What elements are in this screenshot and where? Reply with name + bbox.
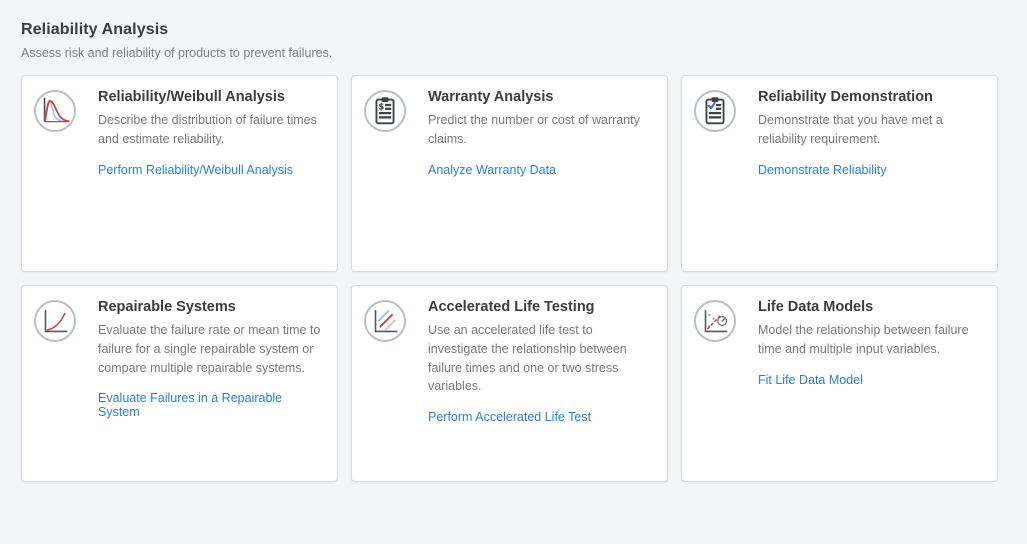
card-description: Demonstrate that you have met a reliabil… <box>758 111 983 149</box>
card-description: Model the relationship between failure t… <box>758 321 983 359</box>
rising-curve-chart-icon <box>34 300 76 342</box>
card-description: Predict the number or cost of warranty c… <box>428 111 653 149</box>
parallel-trend-lines-chart-icon <box>364 300 406 342</box>
dollar-glyph: $ <box>378 103 384 113</box>
card-warranty-analysis: $ Warranty Analysis Predict the number o… <box>351 75 668 272</box>
card-title: Repairable Systems <box>98 299 323 315</box>
link-perform-reliability-weibull-analysis[interactable]: Perform Reliability/Weibull Analysis <box>98 163 293 177</box>
card-description: Evaluate the failure rate or mean time t… <box>98 321 323 377</box>
card-description: Use an accelerated life test to investig… <box>428 321 653 396</box>
card-description: Describe the distribution of failure tim… <box>98 111 323 149</box>
analysis-cards-grid: Reliability/Weibull Analysis Describe th… <box>21 75 998 482</box>
card-reliability-demonstration: Reliability Demonstration Demonstrate th… <box>681 75 998 272</box>
clipboard-dollar-icon: $ <box>364 90 406 132</box>
card-title: Warranty Analysis <box>428 89 653 105</box>
scatter-gauge-chart-icon <box>694 300 736 342</box>
page-header: Reliability Analysis Assess risk and rel… <box>0 0 1027 60</box>
card-life-data-models: Life Data Models Model the relationship … <box>681 285 998 482</box>
link-evaluate-failures-in-a-repairable-system[interactable]: Evaluate Failures in a Repairable System <box>98 391 323 419</box>
clipboard-check-icon <box>694 90 736 132</box>
link-demonstrate-reliability[interactable]: Demonstrate Reliability <box>758 163 887 177</box>
weibull-distribution-icon <box>34 90 76 132</box>
page-subtitle: Assess risk and reliability of products … <box>21 46 1027 60</box>
link-perform-accelerated-life-test[interactable]: Perform Accelerated Life Test <box>428 410 591 424</box>
card-title: Reliability Demonstration <box>758 89 983 105</box>
card-title: Reliability/Weibull Analysis <box>98 89 323 105</box>
card-reliability-weibull-analysis: Reliability/Weibull Analysis Describe th… <box>21 75 338 272</box>
card-title: Life Data Models <box>758 299 983 315</box>
card-title: Accelerated Life Testing <box>428 299 653 315</box>
link-fit-life-data-model[interactable]: Fit Life Data Model <box>758 373 863 387</box>
link-analyze-warranty-data[interactable]: Analyze Warranty Data <box>428 163 556 177</box>
card-repairable-systems: Repairable Systems Evaluate the failure … <box>21 285 338 482</box>
page-title: Reliability Analysis <box>21 21 1027 39</box>
card-accelerated-life-testing: Accelerated Life Testing Use an accelera… <box>351 285 668 482</box>
